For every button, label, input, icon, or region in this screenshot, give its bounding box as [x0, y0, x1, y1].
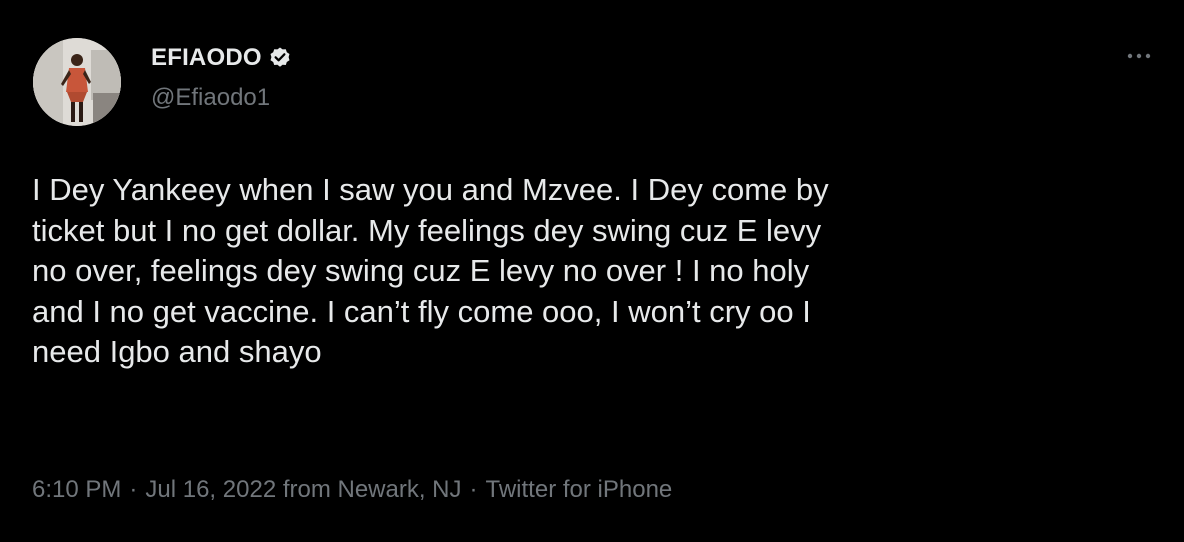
- meta-separator: ·: [129, 476, 138, 503]
- author-name-row: EFIAODO: [151, 42, 292, 74]
- display-name[interactable]: EFIAODO: [151, 44, 262, 72]
- user-handle[interactable]: @Efiaodo1: [151, 84, 270, 112]
- tweet-date-location[interactable]: Jul 16, 2022 from Newark, NJ: [145, 476, 461, 504]
- more-options-button[interactable]: [1122, 44, 1156, 68]
- tweet-source[interactable]: Twitter for iPhone: [486, 476, 673, 504]
- more-horizontal-icon: [1127, 53, 1151, 59]
- tweet-text: I Dey Yankeey when I saw you and Mzvee. …: [32, 172, 829, 369]
- avatar[interactable]: [33, 38, 121, 126]
- verified-badge-icon: [268, 46, 292, 70]
- tweet-metadata: 6:10 PM · Jul 16, 2022 from Newark, NJ ·…: [32, 476, 672, 504]
- meta-separator: ·: [469, 476, 478, 503]
- tweet-time[interactable]: 6:10 PM: [32, 476, 121, 504]
- tweet-card: EFIAODO @Efiaodo1 I Dey Yankeey when I s…: [0, 0, 1184, 542]
- profile-photo-icon: [33, 38, 121, 126]
